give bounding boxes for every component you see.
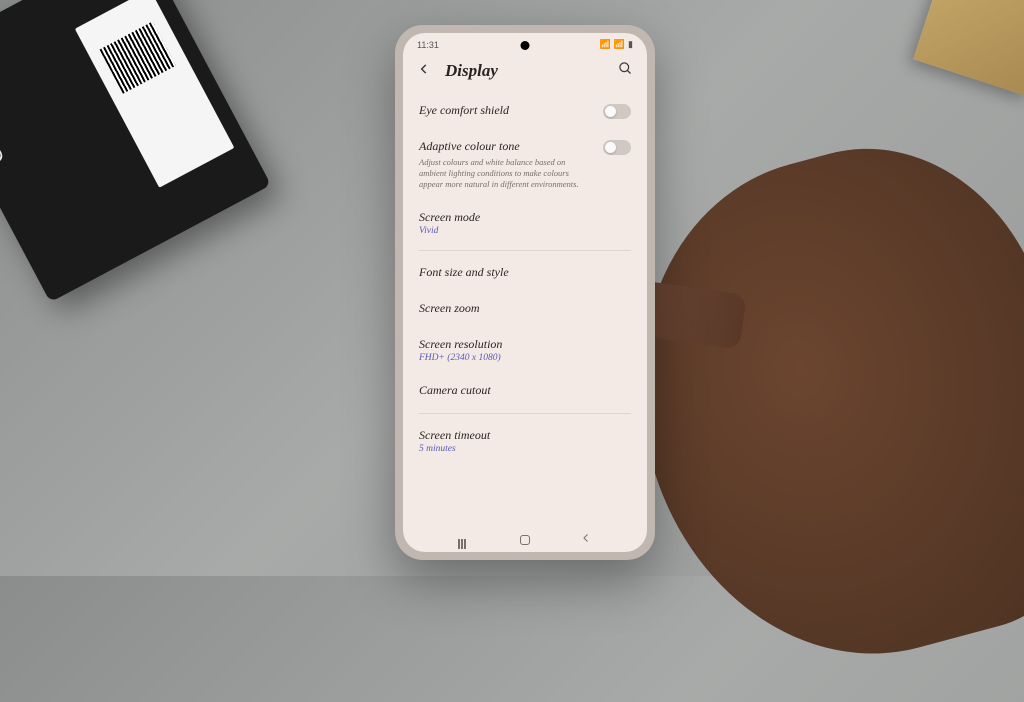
- signal-icon: 📶: [614, 39, 625, 50]
- setting-label: Eye comfort shield: [419, 103, 593, 119]
- setting-description: Adjust colours and white balance based o…: [419, 157, 593, 190]
- setting-label: Font size and style: [419, 265, 631, 281]
- setting-screen-timeout[interactable]: Screen timeout 5 minutes: [419, 418, 631, 465]
- setting-label: Screen zoom: [419, 301, 631, 317]
- product-box-label: Galaxy S25 Ultra: [0, 3, 10, 169]
- status-icons: 📶 📶 ▮: [600, 39, 633, 50]
- back-button[interactable]: [417, 62, 431, 81]
- setting-eye-comfort-shield[interactable]: Eye comfort shield: [419, 93, 631, 129]
- recent-apps-button[interactable]: [458, 539, 470, 541]
- setting-label: Adaptive colour tone: [419, 139, 593, 155]
- settings-header: Display: [403, 53, 647, 93]
- setting-label: Screen mode: [419, 210, 631, 226]
- setting-label: Camera cutout: [419, 383, 631, 399]
- setting-value: 5 minutes: [419, 444, 631, 454]
- phone-screen: 11:31 📶 📶 ▮ Display: [403, 33, 647, 552]
- toggle-switch[interactable]: [603, 140, 631, 155]
- settings-list: Eye comfort shield Adaptive colour tone …: [403, 93, 647, 464]
- product-box: Galaxy S25 Ultra: [0, 0, 271, 302]
- setting-value: Vivid: [419, 226, 631, 236]
- nav-back-button[interactable]: [580, 532, 592, 549]
- page-title: Display: [445, 61, 604, 81]
- setting-value: FHD+ (2340 x 1080): [419, 353, 631, 363]
- divider: [419, 413, 631, 414]
- status-time: 11:31: [417, 40, 439, 50]
- setting-screen-resolution[interactable]: Screen resolution FHD+ (2340 x 1080): [419, 327, 631, 374]
- search-button[interactable]: [618, 61, 633, 81]
- wooden-block: [913, 0, 1024, 96]
- wifi-icon: 📶: [600, 39, 611, 50]
- setting-adaptive-colour-tone[interactable]: Adaptive colour tone Adjust colours and …: [419, 129, 631, 200]
- barcode-sticker: [75, 0, 235, 188]
- setting-screen-mode[interactable]: Screen mode Vivid: [419, 200, 631, 247]
- toggle-switch[interactable]: [603, 104, 631, 119]
- phone-device: 11:31 📶 📶 ▮ Display: [395, 25, 655, 560]
- navigation-bar: [403, 528, 647, 552]
- setting-font-size-style[interactable]: Font size and style: [419, 255, 631, 291]
- camera-punch-hole: [521, 41, 530, 50]
- barcode-icon: [100, 21, 176, 93]
- home-button[interactable]: [520, 535, 530, 545]
- setting-camera-cutout[interactable]: Camera cutout: [419, 373, 631, 409]
- setting-screen-zoom[interactable]: Screen zoom: [419, 291, 631, 327]
- battery-icon: ▮: [628, 39, 633, 50]
- setting-label: Screen timeout: [419, 428, 631, 444]
- divider: [419, 250, 631, 251]
- setting-label: Screen resolution: [419, 337, 631, 353]
